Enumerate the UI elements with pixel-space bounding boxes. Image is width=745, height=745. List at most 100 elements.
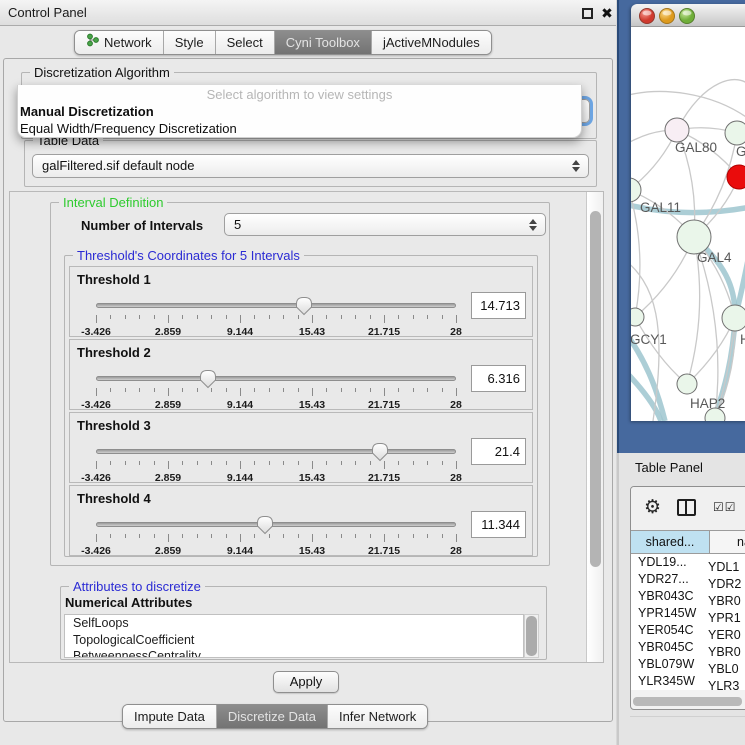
close-icon[interactable]: ✖ [599,0,615,26]
cell-shared-name[interactable]: YLR345W [631,673,707,690]
threshold-label: Threshold 3 [77,418,151,433]
cell-shared-name[interactable]: YDL19... [631,554,707,571]
network-node-gal80[interactable] [665,118,689,142]
numerical-attributes-list[interactable]: SelfLoopsTopologicalCoefficientBetweenne… [64,614,524,658]
attribute-item-topologicalcoefficient[interactable]: TopologicalCoefficient [65,632,523,649]
table-data-combobox[interactable]: galFiltered.sif default node [32,154,589,178]
tab-network[interactable]: Network [75,31,163,54]
table-row-ybr045c[interactable]: YBR045CYBR0 [631,639,745,656]
table-row-ybl079w[interactable]: YBL079WYBL0 [631,656,745,673]
tab-style[interactable]: Style [163,31,215,54]
node-label-gal11: GAL11 [640,200,681,215]
numerical-attributes-label: Numerical Attributes [65,595,192,610]
table-row-ylr345w[interactable]: YLR345WYLR3 [631,673,745,690]
bottom-tab-infer-network[interactable]: Infer Network [327,705,427,728]
settings-scroll-area: Interval Definition Number of Intervals … [9,191,604,663]
node-label-gal4: GAL4 [697,250,732,265]
node-label-h: H [740,332,745,347]
threshold-label: Threshold 2 [77,345,151,360]
control-panel-body: Discretization Algorithm Select algorith… [3,58,613,722]
slider-track[interactable] [96,522,456,527]
attribute-item-selfloops[interactable]: SelfLoops [65,615,523,632]
threshold-value-field[interactable]: 11.344 [471,511,526,538]
network-graph: GAL80GAGAL11GAL4GCY1HHAP2 [631,27,745,421]
attributes-group: Attributes to discretize Numerical Attri… [60,586,547,660]
control-panel-window: Control Panel ✖ NetworkStyle Select Cyni T… [0,0,616,745]
attributes-list-scrollbar[interactable] [524,614,539,658]
slider-tick-labels: -3.4262.8599.14415.4321.71528 [96,545,456,557]
control-panel-title: Control Panel [8,0,87,26]
network-node-gal4[interactable] [677,220,711,254]
scrollbar-thumb[interactable] [526,616,537,656]
cell-shared-name[interactable]: YDR27... [631,571,707,588]
slider-tick-labels: -3.4262.8599.14415.4321.71528 [96,326,456,338]
bottom-tab-discretize-data[interactable]: Discretize Data [216,705,327,728]
tab-jactivemnodules[interactable]: jActiveMNodules [371,31,491,54]
combo-stepper-icon [572,160,580,172]
network-icon [86,31,99,54]
bottom-tab-impute-data[interactable]: Impute Data [123,705,216,728]
network-node-h[interactable] [722,305,745,331]
network-node-ga[interactable] [725,121,745,145]
tab-label: Discretize Data [228,705,316,728]
scrollbar-thumb[interactable] [633,697,742,706]
screen: { "control_panel": { "title": "Control P… [0,0,745,745]
slider-track[interactable] [96,303,456,308]
table-row-ybr043c[interactable]: YBR043CYBR0 [631,588,745,605]
threshold-value-field[interactable]: 14.713 [471,292,526,319]
algorithm-option-manual-discretization[interactable]: Manual Discretization [18,103,581,120]
bottom-tab-bar: Impute Data Discretize Data Infer Network [122,704,428,729]
algorithm-dropdown-popup: Select algorithm to view settings Manual… [17,85,582,138]
table-row-ydr27[interactable]: YDR27...YDR2 [631,571,745,588]
column-header-name[interactable]: na [711,531,745,553]
tab-select[interactable]: Select [215,31,274,54]
attribute-item-betweennesscentrality[interactable]: BetweennessCentrality [65,648,523,658]
tab-label: Select [227,31,263,54]
thresholds-group: Threshold's Coordinates for 5 Intervals … [64,255,538,557]
cell-shared-name[interactable]: YPR145W [631,605,707,622]
float-window-icon[interactable] [582,8,593,19]
interval-definition-title: Interval Definition [59,195,167,210]
slider-ticks [96,534,456,543]
slider-thumb[interactable] [199,369,217,389]
table-horizontal-scrollbar[interactable] [633,697,742,707]
select-checkboxes-icon[interactable]: ☑☑ [713,500,737,514]
panel-vertical-scrollbar[interactable] [586,192,603,662]
threshold-row-3: Threshold 3-3.4262.8599.14415.4321.71528… [69,412,533,483]
table-row-ypr145w[interactable]: YPR145WYPR1 [631,605,745,622]
table-panel-title: Table Panel [635,455,703,481]
slider-track[interactable] [96,449,456,454]
algorithm-placeholder-option[interactable]: Select algorithm to view settings [18,87,581,103]
settings-gear-icon[interactable]: ⚙ [644,496,661,519]
network-node-gcy1[interactable] [631,308,644,326]
cell-shared-name[interactable]: YBR045C [631,639,707,656]
slider-ticks [96,461,456,470]
network-node-red[interactable] [727,165,745,189]
algorithm-option-equal-width-frequency-discretization[interactable]: Equal Width/Frequency Discretization [18,120,581,137]
apply-button[interactable]: Apply [273,671,339,693]
network-canvas[interactable]: GAL80GAGAL11GAL4GCY1HHAP2 [631,27,745,421]
column-header-shared-name[interactable]: shared... [631,531,710,553]
slider-ticks [96,315,456,324]
network-window-titlebar [631,4,745,27]
cell-name[interactable]: YLR3 [707,678,739,690]
cell-shared-name[interactable]: YBL079W [631,656,707,673]
slider-thumb[interactable] [295,296,313,316]
slider-track[interactable] [96,376,456,381]
cell-shared-name[interactable]: YER054C [631,622,707,639]
table-rows: YDL19...YDL1YDR27...YDR2YBR043CYBR0YPR14… [631,554,745,690]
table-row-ydl19[interactable]: YDL19...YDL1 [631,554,745,571]
slider-thumb[interactable] [371,442,389,462]
node-label-ga: GA [736,144,745,159]
threshold-value-field[interactable]: 21.4 [471,438,526,465]
tab-cyni-toolbox[interactable]: Cyni Toolbox [274,31,371,54]
number-of-intervals-combobox[interactable]: 5 [224,213,546,236]
column-layout-icon[interactable] [677,499,696,516]
network-node-hap2[interactable] [677,374,697,394]
slider-thumb[interactable] [256,515,274,535]
table-row-yer054c[interactable]: YER054CYER0 [631,622,745,639]
cell-shared-name[interactable]: YBR043C [631,588,707,605]
scrollbar-thumb[interactable] [590,211,601,567]
threshold-value-field[interactable]: 6.316 [471,365,526,392]
tab-label: Cyni Toolbox [286,31,360,54]
